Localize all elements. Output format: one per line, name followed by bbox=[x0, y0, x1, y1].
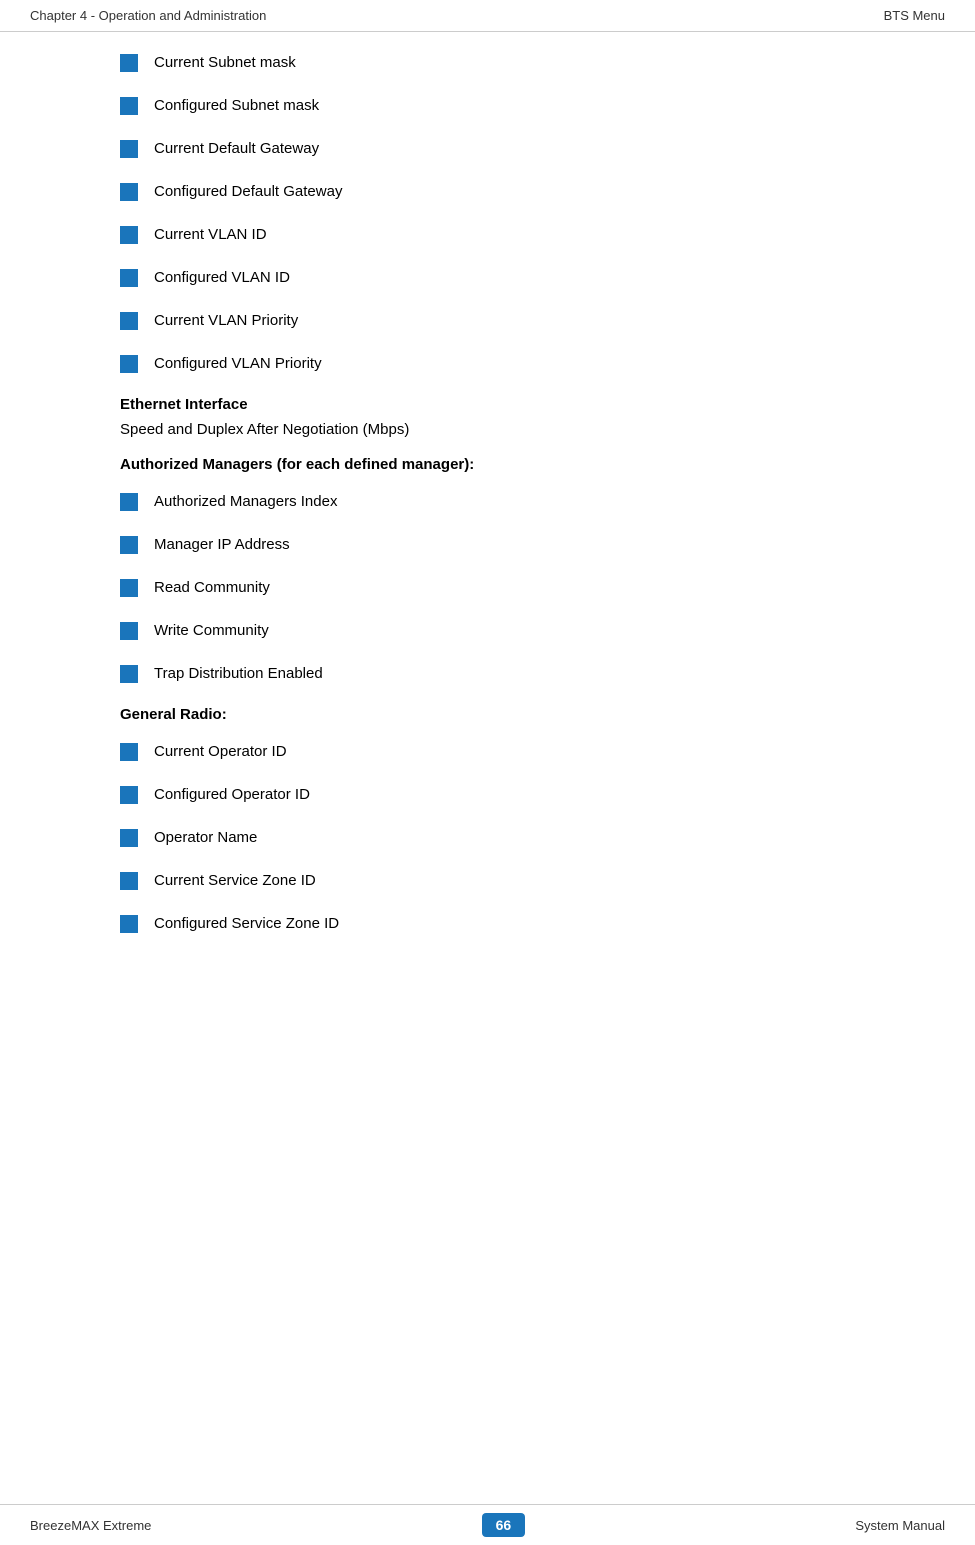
radio-bullet-list: Current Operator ID Configured Operator … bbox=[120, 741, 875, 934]
list-item: Current Operator ID bbox=[120, 741, 875, 762]
list-item: Configured Operator ID bbox=[120, 784, 875, 805]
list-item: Configured VLAN ID bbox=[120, 267, 875, 288]
bullet-icon bbox=[120, 355, 138, 373]
bullet-icon bbox=[120, 743, 138, 761]
bullet-icon bbox=[120, 536, 138, 554]
bullet-icon bbox=[120, 97, 138, 115]
header-right: BTS Menu bbox=[884, 8, 945, 23]
bullet-icon bbox=[120, 915, 138, 933]
footer-right: System Manual bbox=[855, 1518, 945, 1533]
authorized-managers-normal: (for each defined manager): bbox=[273, 456, 475, 473]
bullet-text: Trap Distribution Enabled bbox=[154, 663, 323, 684]
bullet-icon bbox=[120, 665, 138, 683]
authorized-managers-bold: Authorized Managers bbox=[120, 456, 273, 473]
bullet-icon bbox=[120, 872, 138, 890]
bullet-icon bbox=[120, 226, 138, 244]
bullet-text: Write Community bbox=[154, 620, 269, 641]
list-item: Current Default Gateway bbox=[120, 138, 875, 159]
bullet-icon bbox=[120, 579, 138, 597]
general-radio-section: General Radio: Current Operator ID Confi… bbox=[120, 706, 875, 934]
top-bullet-list: Current Subnet mask Configured Subnet ma… bbox=[120, 52, 875, 374]
bullet-text: Operator Name bbox=[154, 827, 257, 848]
ethernet-subtext: Speed and Duplex After Negotiation (Mbps… bbox=[120, 421, 875, 438]
ethernet-heading: Ethernet Interface bbox=[120, 396, 875, 413]
bullet-icon bbox=[120, 183, 138, 201]
bullet-icon bbox=[120, 54, 138, 72]
page-header: Chapter 4 - Operation and Administration… bbox=[0, 0, 975, 32]
list-item: Write Community bbox=[120, 620, 875, 641]
bullet-text: Current Default Gateway bbox=[154, 138, 319, 159]
list-item: Configured Service Zone ID bbox=[120, 913, 875, 934]
bullet-text: Current Subnet mask bbox=[154, 52, 296, 73]
list-item: Current Subnet mask bbox=[120, 52, 875, 73]
bullet-text: Manager IP Address bbox=[154, 534, 290, 555]
list-item: Current VLAN Priority bbox=[120, 310, 875, 331]
bullet-text: Read Community bbox=[154, 577, 270, 598]
general-radio-bold: General Radio bbox=[120, 706, 222, 723]
general-radio-heading: General Radio: bbox=[120, 706, 875, 723]
list-item: Current Service Zone ID bbox=[120, 870, 875, 891]
bullet-text: Current Service Zone ID bbox=[154, 870, 316, 891]
authorized-managers-heading: Authorized Managers (for each defined ma… bbox=[120, 456, 875, 473]
bullet-icon bbox=[120, 312, 138, 330]
ethernet-interface-section: Ethernet Interface Speed and Duplex Afte… bbox=[120, 396, 875, 438]
bullet-text: Current VLAN ID bbox=[154, 224, 267, 245]
bullet-text: Configured Default Gateway bbox=[154, 181, 342, 202]
header-left: Chapter 4 - Operation and Administration bbox=[30, 8, 266, 23]
bullet-text: Configured VLAN ID bbox=[154, 267, 290, 288]
list-item: Configured Default Gateway bbox=[120, 181, 875, 202]
bullet-text: Authorized Managers Index bbox=[154, 491, 337, 512]
bullet-text: Configured Operator ID bbox=[154, 784, 310, 805]
list-item: Manager IP Address bbox=[120, 534, 875, 555]
bullet-text: Current VLAN Priority bbox=[154, 310, 298, 331]
list-item: Authorized Managers Index bbox=[120, 491, 875, 512]
authorized-bullet-list: Authorized Managers Index Manager IP Add… bbox=[120, 491, 875, 684]
authorized-managers-section: Authorized Managers (for each defined ma… bbox=[120, 456, 875, 684]
bullet-icon bbox=[120, 140, 138, 158]
bullet-icon bbox=[120, 622, 138, 640]
general-radio-normal: : bbox=[222, 706, 227, 723]
bullet-icon bbox=[120, 829, 138, 847]
bullet-text: Configured VLAN Priority bbox=[154, 353, 322, 374]
footer-page-num: 66 bbox=[482, 1513, 526, 1537]
bullet-text: Configured Service Zone ID bbox=[154, 913, 339, 934]
page-footer: BreezeMAX Extreme 66 System Manual bbox=[0, 1504, 975, 1545]
list-item: Configured VLAN Priority bbox=[120, 353, 875, 374]
bullet-icon bbox=[120, 786, 138, 804]
list-item: Operator Name bbox=[120, 827, 875, 848]
bullet-icon bbox=[120, 269, 138, 287]
bullet-text: Current Operator ID bbox=[154, 741, 287, 762]
footer-left: BreezeMAX Extreme bbox=[30, 1518, 151, 1533]
list-item: Current VLAN ID bbox=[120, 224, 875, 245]
bullet-icon bbox=[120, 493, 138, 511]
bullet-text: Configured Subnet mask bbox=[154, 95, 319, 116]
list-item: Trap Distribution Enabled bbox=[120, 663, 875, 684]
list-item: Read Community bbox=[120, 577, 875, 598]
list-item: Configured Subnet mask bbox=[120, 95, 875, 116]
